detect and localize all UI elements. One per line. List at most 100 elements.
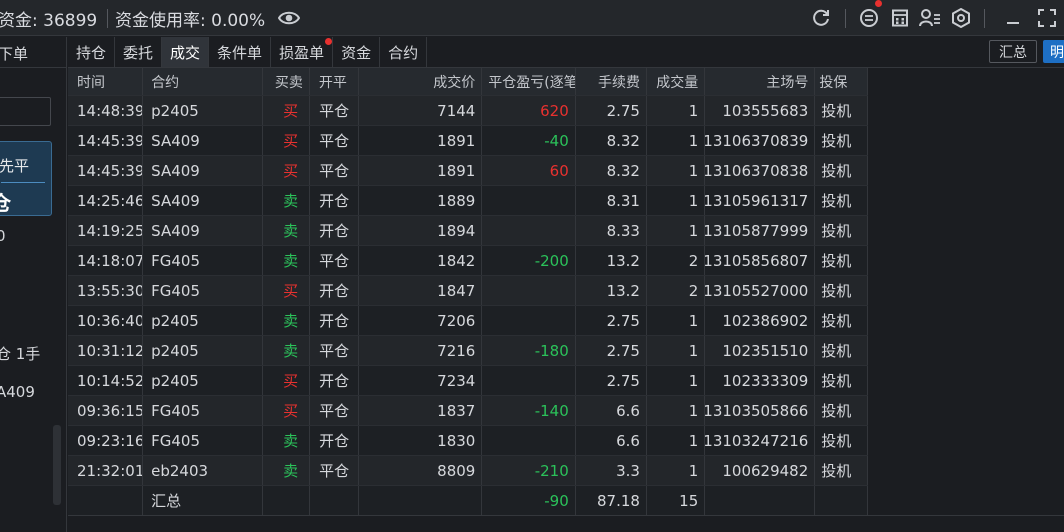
fullscreen-icon[interactable]	[1037, 8, 1057, 28]
side-cell: 卖	[263, 216, 311, 245]
quantity-cell: 15	[647, 486, 706, 515]
price-cell: 8809	[359, 456, 483, 485]
column-header[interactable]: 成交价	[359, 68, 483, 95]
table-row[interactable]: 09:23:16FG405卖开仓1830 6.61-013103247216投机	[68, 426, 869, 456]
quantity-cell: 1	[647, 426, 706, 455]
table-row[interactable]: 10:14:52 p2405 买开仓 7234 2.75 1 102333309 投机	[68, 366, 869, 396]
tab-conditional-orders[interactable]: 条件单	[209, 37, 272, 67]
price-cell: 7206	[359, 306, 483, 335]
price-cell: 7216	[359, 336, 483, 365]
column-header[interactable]: 主场号	[705, 68, 816, 95]
hedge-cell: 投机	[815, 276, 869, 305]
tab-label: 资金	[341, 43, 372, 62]
gear-icon[interactable]	[950, 7, 972, 29]
time-cell: 14:45:39	[68, 156, 144, 185]
chat-icon[interactable]	[858, 7, 880, 29]
table-row[interactable]: 21:32:01 eb2403 卖平仓 8809 -210 3.3 1 100629482 投机	[68, 456, 869, 486]
minimize-icon[interactable]	[1003, 8, 1023, 28]
table-row[interactable]: 14:45:39SA409买平仓1891608.321-013106370838…	[68, 156, 869, 186]
trade-id-cell: -013105961317	[705, 186, 816, 215]
divider	[845, 9, 846, 28]
contract-cell: FG405	[143, 396, 263, 425]
column-header[interactable]: 投保	[815, 68, 868, 95]
time-cell: 14:45:39	[68, 126, 144, 155]
side-cell: 卖	[263, 186, 311, 215]
table-row[interactable]: 14:48:39 p2405 买平仓 7144 620 2.75 1 103555683 投机	[68, 96, 869, 126]
refresh-icon[interactable]	[810, 7, 832, 29]
fee-cell: 2.75	[576, 306, 647, 335]
hedge-cell: 投机	[815, 186, 869, 215]
fund-usage-rate: 资金使用率: 0.00%	[115, 11, 266, 31]
trade-id-cell: -013106370839	[705, 126, 816, 155]
open-close-cell: 开仓	[310, 186, 360, 215]
table-row[interactable]: 14:45:39SA409买平仓1891-408.321-01310637083…	[68, 126, 869, 156]
column-header[interactable]: 成交量	[647, 68, 706, 95]
column-header[interactable]: 开平	[310, 68, 360, 95]
top-bar: 资金: 36899 资金使用率: 0.00%	[0, 0, 1064, 36]
table-row[interactable]: 10:36:40 p2405 卖开仓 7206 2.75 1 102386902 投机	[68, 306, 869, 336]
side-cell: 卖	[263, 456, 311, 485]
hedge-cell: 投机	[815, 216, 869, 245]
open-close-cell: 平仓	[310, 156, 360, 185]
table-row[interactable]: 09:36:15FG405买平仓1837-1406.61-01310350586…	[68, 396, 869, 426]
calculator-icon[interactable]	[890, 8, 910, 28]
side-cell: 买	[263, 276, 311, 305]
order-input[interactable]	[0, 97, 51, 126]
eye-icon[interactable]	[278, 8, 300, 28]
contract-cell: eb2403	[143, 456, 263, 485]
tab-label: 委托	[123, 43, 154, 62]
pnl-cell	[482, 426, 576, 455]
column-header[interactable]: 买卖	[263, 68, 310, 95]
hedge-cell: 投机	[815, 246, 869, 275]
side-cell: 买	[263, 396, 311, 425]
tab-orders[interactable]: 委托	[115, 37, 163, 67]
price-cell: 1830	[359, 426, 483, 455]
position-contract: A409	[0, 383, 35, 401]
open-close-cell: 平仓	[310, 456, 360, 485]
contract-cell: SA409	[143, 156, 263, 185]
divider	[0, 67, 67, 68]
summary-label: 汇总	[143, 486, 263, 515]
table-row[interactable]: 14:19:25SA409卖开仓1894 8.331-013105877999投机	[68, 216, 869, 246]
side-cell: 买	[263, 366, 311, 395]
quantity-cell: 1	[647, 216, 706, 245]
fee-cell: 8.32	[576, 126, 647, 155]
trade-id-cell: -013103505866	[705, 396, 816, 425]
summary-button[interactable]: 汇总	[989, 40, 1037, 63]
quantity-cell: 1	[647, 336, 706, 365]
close-first-button[interactable]: 先平 仓	[0, 141, 52, 216]
table-row[interactable]: 14:18:07FG405卖平仓1842-20013.22-0131058568…	[68, 246, 869, 276]
order-value: 0	[0, 227, 6, 245]
scrollbar[interactable]	[53, 425, 61, 505]
side-cell: 卖	[263, 306, 311, 335]
fee-cell: 6.6	[576, 396, 647, 425]
table-row[interactable]: 10:31:12 p2405 卖平仓 7216 -180 2.75 1 102351510 投机	[68, 336, 869, 366]
fee-cell: 2.75	[576, 366, 647, 395]
order-tab[interactable]: 下单	[0, 43, 28, 64]
quantity-cell: 1	[647, 186, 706, 215]
column-header[interactable]: 平仓盈亏(逐笔)	[482, 68, 576, 95]
pnl-cell: -200	[482, 246, 576, 275]
tab-trades[interactable]: 成交	[162, 37, 210, 67]
table-row[interactable]: 14:25:46SA409卖开仓1889 8.311-013105961317投机	[68, 186, 869, 216]
user-settings-icon[interactable]	[919, 8, 941, 28]
time-cell: 10:31:12	[68, 336, 144, 365]
time-cell: 09:36:15	[68, 396, 144, 425]
hedge-cell: 投机	[815, 336, 869, 365]
column-header[interactable]: 手续费	[576, 68, 647, 95]
trade-id-cell: -013105856807	[705, 246, 816, 275]
tab-contracts[interactable]: 合约	[380, 37, 428, 67]
fee-cell: 8.32	[576, 156, 647, 185]
contract-cell: SA409	[143, 126, 263, 155]
tab-funds[interactable]: 资金	[333, 37, 381, 67]
available-funds: 资金: 36899	[0, 11, 98, 31]
side-cell: 买	[263, 126, 311, 155]
detail-button[interactable]: 明	[1043, 40, 1064, 63]
tab-positions[interactable]: 持仓	[68, 37, 116, 67]
contract-cell: FG405	[143, 246, 263, 275]
position-size: 仓 1手	[0, 345, 41, 363]
tab-stop-orders[interactable]: 损盈单	[271, 37, 334, 67]
column-header[interactable]: 合约	[143, 68, 263, 95]
column-header[interactable]: 时间	[68, 68, 144, 95]
table-row[interactable]: 13:55:30FG405买开仓1847 13.22-013105527000投机	[68, 276, 869, 306]
